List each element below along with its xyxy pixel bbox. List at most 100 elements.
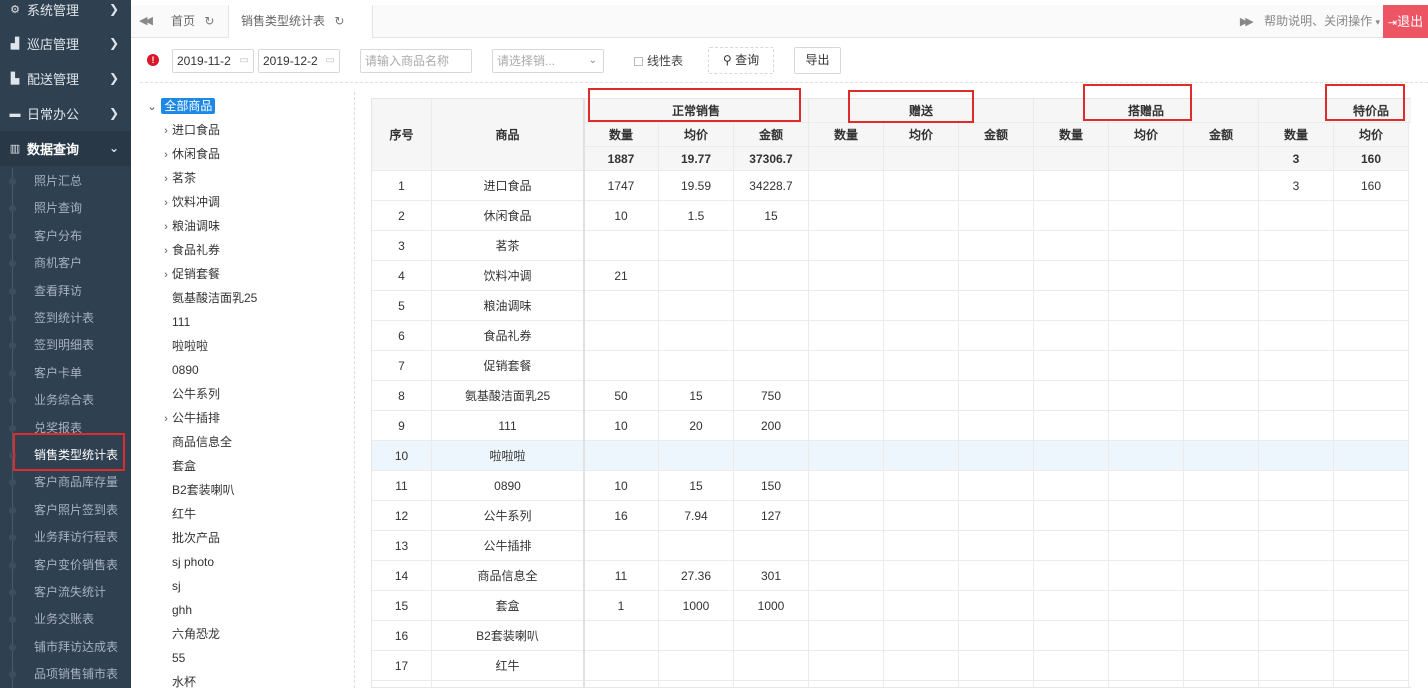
sidebar-item-data-query[interactable]: ▥ 数据查询 ⌄ [0,131,131,166]
sidebar-subitem[interactable]: 业务拜访行程表 [0,524,131,551]
tree-node[interactable]: › 食品礼券 [160,238,220,262]
sidebar-subitem[interactable]: 客户商品库存量 [0,469,131,496]
chevron-right-icon[interactable]: › [160,407,172,431]
sidebar-subitem[interactable]: 客户变价销售表 [0,552,131,579]
row-product-cell: 公牛系列 [432,501,584,531]
logout-button[interactable]: ⇥退出 [1383,5,1428,38]
row-value-cell: 127 [734,501,809,531]
scroll-right-icon[interactable]: ▶▶ [1240,16,1254,28]
tree-node[interactable]: 套盒 [160,454,196,478]
start-date-input[interactable]: 2019-11-2 ▭ [172,49,254,73]
row-value-cell [659,441,734,471]
sidebar-subitem[interactable]: 品项销售铺市表 [0,661,131,688]
chevron-right-icon[interactable]: › [160,215,172,239]
export-button[interactable]: 导出 [794,47,841,74]
tree-node[interactable]: B2套装喇叭 [160,478,235,502]
tree-node[interactable]: sj [160,574,181,598]
help-menu[interactable]: ▶▶ 帮助说明、关闭操作 ▾ [1240,5,1380,38]
sales-type-select[interactable]: 请选择销... ⌄ [492,49,604,73]
chevron-right-icon[interactable]: › [160,119,172,143]
sidebar-subitem[interactable]: 客户卡单 [0,360,131,387]
checkbox-box[interactable] [634,57,643,66]
tab-sales-type-report[interactable]: 销售类型统计表 ↻ ⊗ [228,5,373,61]
tree-node[interactable]: sj photo [160,550,214,574]
row-value-cell [1109,171,1184,201]
query-label: 查询 [735,53,760,67]
sidebar-item-patrol[interactable]: ▟ 巡店管理 ❯ [0,26,131,61]
sidebar-subitem[interactable]: 客户流失统计 [0,579,131,606]
chevron-right-icon[interactable]: › [160,263,172,287]
tree-node[interactable]: 商品信息全 [160,430,232,454]
tree-node[interactable]: › 饮料冲调 [160,190,220,214]
scroll-left-icon[interactable]: ◀◀ [139,14,153,27]
row-value-cell [884,411,959,441]
alert-icon[interactable]: ! [147,54,159,66]
sidebar-subitem[interactable]: 销售类型统计表 [0,442,131,469]
sidebar-subitem[interactable]: 签到统计表 [0,305,131,332]
tree-root[interactable]: ⌄ 全部商品 [146,94,216,119]
tree-node-label: 公牛系列 [172,387,221,401]
row-value-cell [884,531,959,561]
row-index-cell: 16 [372,621,432,651]
tree-node[interactable]: 水杯 [160,670,196,688]
sidebar-subitem[interactable]: 查看拜访 [0,278,131,305]
tree-node[interactable]: › 公牛插排 [160,406,220,430]
tree-node[interactable]: 六角恐龙 [160,622,220,646]
chevron-right-icon[interactable]: › [160,191,172,215]
tree-node[interactable]: › 粮油调味 [160,214,220,238]
tree-node[interactable]: 0890 [160,358,199,382]
chevron-right-icon[interactable]: › [160,167,172,191]
product-name-input[interactable]: 请输入商品名称 [360,49,472,73]
sidebar-item-system[interactable]: ⚙ 系统管理 ❯ [0,0,131,27]
tree-node[interactable]: › 休闲食品 [160,142,220,166]
sidebar-subitem[interactable]: 客户照片签到表 [0,497,131,524]
search-icon: ⚲ [722,53,732,67]
row-value-cell [959,501,1034,531]
row-value-cell [959,231,1034,261]
tree-node[interactable]: › 茗茶 [160,166,196,190]
tree-node[interactable]: ghh [160,598,192,622]
chevron-down-icon[interactable]: ⌄ [146,95,158,119]
row-value-cell [734,321,809,351]
row-value-cell [809,171,884,201]
sidebar-subitem[interactable]: 铺市拜访达成表 [0,634,131,661]
sidebar-subitem[interactable]: 客户分布 [0,223,131,250]
tree-node[interactable]: 55 [160,646,185,670]
tab-home[interactable]: 首页 ↻ [171,5,214,38]
tree-node[interactable]: › 促销套餐 [160,262,220,286]
sidebar-item-office[interactable]: ▬ 日常办公 ❯ [0,96,131,131]
sidebar-item-label: 日常办公 [27,107,80,122]
refresh-icon[interactable]: ↻ [334,14,344,28]
sidebar-subitem[interactable]: 业务综合表 [0,387,131,414]
sign-out-icon: ⇥ [1387,17,1398,29]
chevron-right-icon[interactable]: › [160,239,172,263]
tree-node[interactable]: › 进口食品 [160,118,220,142]
sidebar-subitem[interactable]: 业务交账表 [0,606,131,633]
line-chart-checkbox[interactable]: 线性表 [634,52,683,69]
refresh-icon[interactable]: ↻ [204,14,214,28]
sidebar-subitem[interactable]: 兑奖报表 [0,415,131,442]
row-value-cell [1334,681,1409,687]
tree-root-label[interactable]: 全部商品 [161,98,216,114]
sidebar-subitem[interactable]: 照片查询 [0,195,131,222]
row-value-cell [884,591,959,621]
end-date-value: 2019-12-2 [263,54,318,68]
bar-chart-icon: ▥ [9,143,21,155]
tree-node[interactable]: 公牛系列 [160,382,220,406]
tree-node[interactable]: 啦啦啦 [160,334,208,358]
tree-node[interactable]: 红牛 [160,502,196,526]
sidebar-subitem[interactable]: 签到明细表 [0,332,131,359]
end-date-input[interactable]: 2019-12-2 ▭ [258,49,340,73]
sidebar-subitem[interactable]: 照片汇总 [0,168,131,195]
sidebar-subitem[interactable]: 商机客户 [0,250,131,277]
row-value-cell [809,291,884,321]
tree-node[interactable]: 111 [160,310,190,334]
row-value-cell [659,681,734,687]
query-button[interactable]: ⚲ 查询 [708,47,774,74]
sidebar-item-delivery[interactable]: ▙ 配送管理 ❯ [0,61,131,96]
tree-node[interactable]: 批次产品 [160,526,220,550]
chevron-right-icon[interactable]: › [160,143,172,167]
tree-node[interactable]: 氨基酸洁面乳25 [160,286,257,310]
tree-node-label: 红牛 [172,507,197,521]
total-cell: 160 [1334,147,1409,171]
